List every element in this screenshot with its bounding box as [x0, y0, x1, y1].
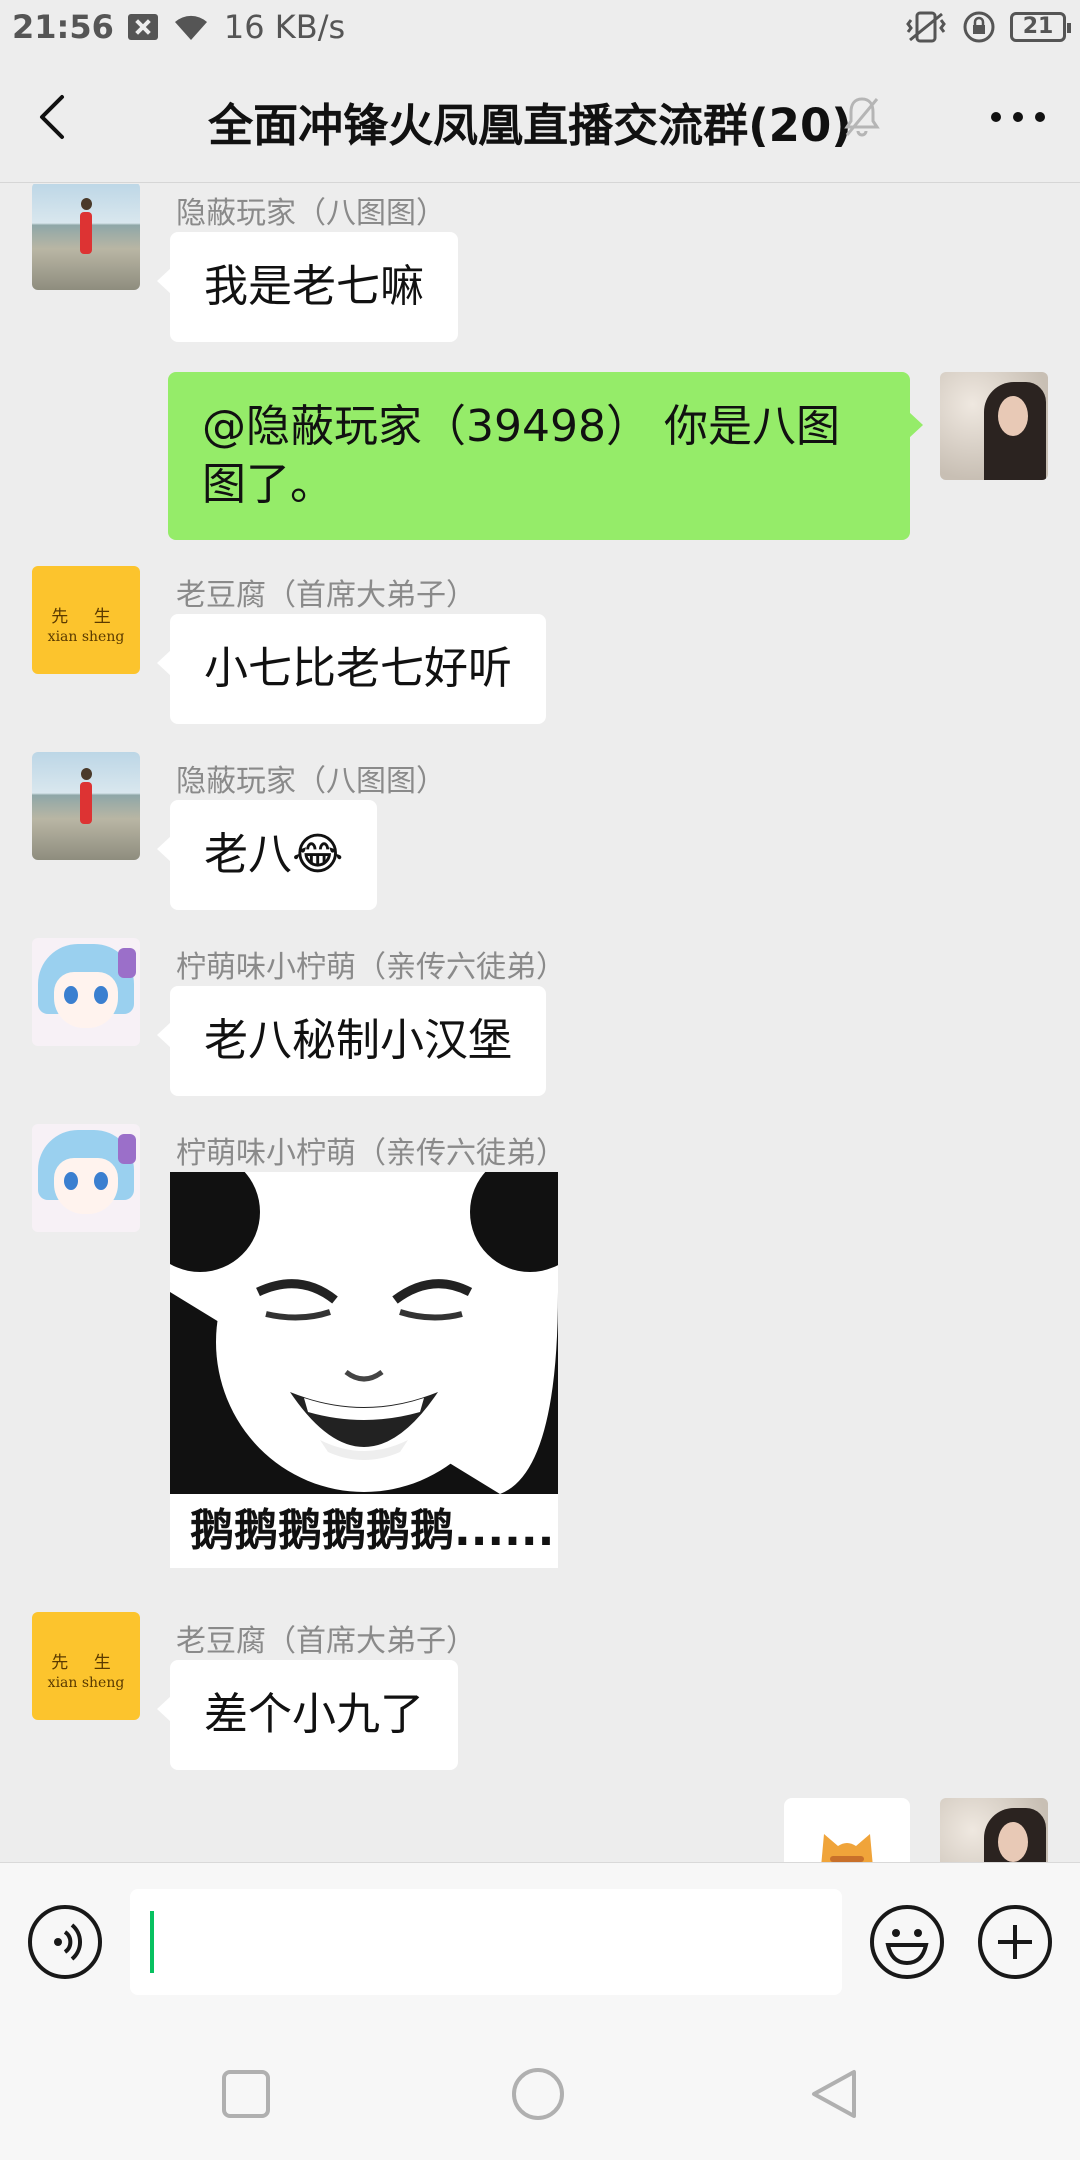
sender-name: 隐蔽玩家（八图图）	[176, 764, 446, 799]
message-bubble[interactable]: 差个小九了	[157, 1660, 458, 1770]
text-caret	[150, 1911, 154, 1973]
message-bubble[interactable]: 小七比老七好听	[157, 614, 546, 724]
message-list[interactable]: 隐蔽玩家（八图图） 我是老七嘛 @隐蔽玩家（39498） 你是八图图了。 先 生…	[0, 184, 1080, 1862]
emoji-icon	[885, 1929, 929, 1966]
sender-name: 柠萌味小柠萌（亲传六徒弟）	[176, 950, 566, 985]
network-speed: 16 KB/s	[223, 8, 346, 46]
avatar[interactable]	[32, 184, 140, 290]
back-triangle-icon[interactable]	[806, 2066, 862, 2122]
recents-square-icon[interactable]	[218, 2066, 274, 2122]
sticker-message[interactable]: 鹅鹅鹅鹅鹅鹅......	[170, 1172, 558, 1568]
panda-face-meme-image	[170, 1172, 558, 1494]
more-functions-button[interactable]	[978, 1905, 1052, 1979]
message-bubble[interactable]: 我是老七嘛	[157, 232, 458, 342]
muted-bell-icon	[844, 97, 880, 137]
message-input[interactable]	[130, 1889, 842, 1995]
my-avatar[interactable]	[940, 372, 1048, 480]
input-bar	[0, 1862, 1080, 2020]
status-bar: 21:56 16 KB/s 21	[0, 0, 1080, 55]
my-message-bubble[interactable]: @隐蔽玩家（39498） 你是八图图了。	[168, 372, 923, 540]
plus-icon	[998, 1925, 1032, 1959]
avatar[interactable]: 先 生 xian sheng	[32, 566, 140, 674]
message-bubble[interactable]: 老八秘制小汉堡	[157, 986, 546, 1096]
sender-name: 柠萌味小柠萌（亲传六徒弟）	[176, 1136, 566, 1171]
voice-button[interactable]	[28, 1905, 102, 1979]
message-bubble[interactable]: 老八😂	[156, 800, 378, 910]
avatar[interactable]	[32, 752, 140, 860]
battery-icon: 21	[1010, 12, 1071, 42]
notification-box-icon	[127, 14, 158, 40]
chat-header: 全面冲锋火凤凰直播交流群(20)	[0, 55, 1080, 183]
wifi-icon	[174, 15, 207, 40]
chat-title: 全面冲锋火凤凰直播交流群(20)	[208, 99, 852, 152]
system-nav-bar	[0, 2020, 1080, 2160]
cat-sticker-icon	[821, 1834, 873, 1862]
vibrate-icon	[906, 11, 946, 43]
my-avatar[interactable]	[940, 1798, 1048, 1862]
sticker-caption: 鹅鹅鹅鹅鹅鹅......	[170, 1494, 558, 1568]
emoji-button[interactable]	[870, 1905, 944, 1979]
rotation-lock-icon	[963, 11, 995, 43]
my-sticker-message[interactable]	[784, 1798, 910, 1862]
sender-name: 隐蔽玩家（八图图）	[176, 196, 446, 231]
voice-icon	[54, 1923, 83, 1961]
avatar[interactable]: 先 生 xian sheng	[32, 1612, 140, 1720]
sender-name: 老豆腐（首席大弟子）	[176, 578, 476, 613]
avatar[interactable]	[32, 1124, 140, 1232]
home-circle-icon[interactable]	[510, 2066, 566, 2122]
sender-name: 老豆腐（首席大弟子）	[176, 1624, 476, 1659]
avatar[interactable]	[32, 938, 140, 1046]
status-time: 21:56	[12, 8, 114, 46]
more-dots-icon[interactable]	[986, 95, 1050, 139]
